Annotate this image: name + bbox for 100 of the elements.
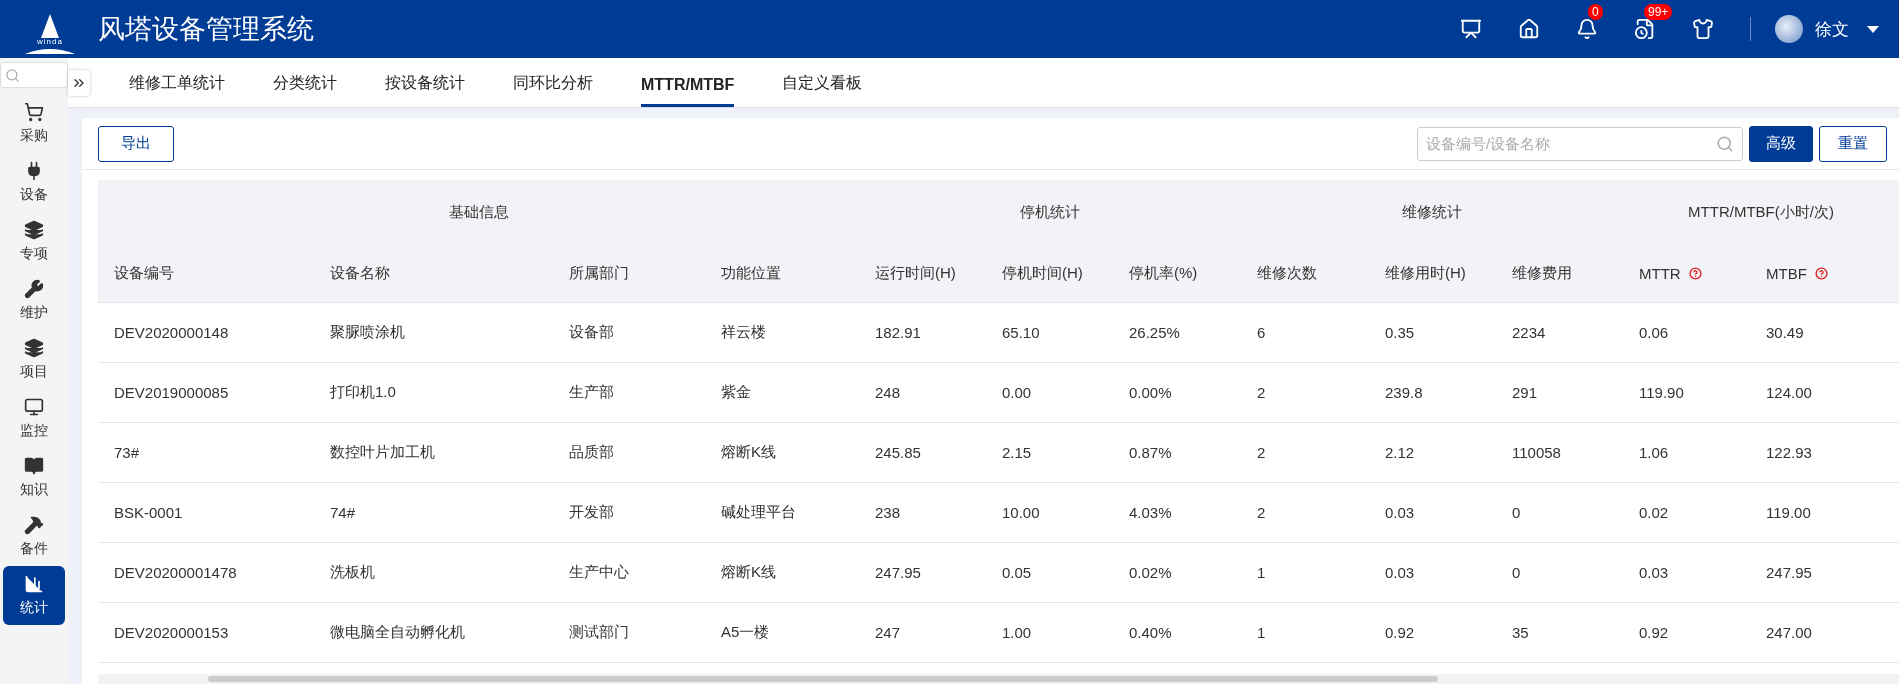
sidebar-item[interactable]: 统计 bbox=[3, 566, 65, 625]
table-cell: 1 bbox=[1241, 603, 1369, 663]
table-cell: 2.15 bbox=[986, 423, 1113, 483]
table-cell: 182.91 bbox=[859, 303, 986, 363]
table-cell: 122.93 bbox=[1750, 423, 1899, 483]
shirt-icon[interactable] bbox=[1692, 18, 1714, 40]
column-group-header: 停机统计 bbox=[859, 180, 1241, 245]
column-header-label: 维修费用 bbox=[1512, 264, 1572, 283]
table-cell: 打印机1.0 bbox=[314, 363, 553, 423]
help-icon[interactable] bbox=[1814, 267, 1828, 280]
tab[interactable]: 按设备统计 bbox=[385, 73, 465, 107]
table-cell: 2234 bbox=[1496, 303, 1623, 363]
table-cell: 2 bbox=[1241, 483, 1369, 543]
tab[interactable]: MTTR/MTBF bbox=[641, 76, 735, 107]
sidebar-item[interactable]: 维护 bbox=[3, 271, 65, 330]
table-cell: 0.87% bbox=[1113, 423, 1241, 483]
table-cell: DEV2019000085 bbox=[98, 363, 314, 423]
table-cell: 247 bbox=[859, 603, 986, 663]
sidebar-item[interactable]: 备件 bbox=[3, 507, 65, 566]
dropdown-caret-icon[interactable] bbox=[1867, 25, 1879, 33]
collapse-button[interactable] bbox=[68, 69, 90, 96]
table-cell: DEV2020000153 bbox=[98, 603, 314, 663]
column-header-label: MTBF bbox=[1766, 265, 1807, 282]
notification-badge: 0 bbox=[1588, 4, 1603, 20]
table-cell: 0.03 bbox=[1623, 543, 1750, 603]
table-cell: 0.05 bbox=[986, 543, 1113, 603]
table-cell: 0.00% bbox=[1113, 363, 1241, 423]
table-cell: A5一楼 bbox=[705, 603, 859, 663]
table-cell: 洗板机 bbox=[314, 543, 553, 603]
column-header-label: MTTR bbox=[1639, 265, 1681, 282]
table-cell: 0.06 bbox=[1623, 303, 1750, 363]
table-cell: 2.12 bbox=[1369, 423, 1496, 483]
wrench-icon bbox=[24, 279, 44, 299]
table-cell: 0 bbox=[1496, 543, 1623, 603]
column-header-label: 运行时间(H) bbox=[875, 264, 956, 283]
presentation-icon[interactable] bbox=[1460, 18, 1482, 40]
tab[interactable]: 同环比分析 bbox=[513, 73, 593, 107]
table-cell: 开发部 bbox=[553, 483, 705, 543]
sidebar-item[interactable]: 知识 bbox=[3, 448, 65, 507]
table-cell: 1 bbox=[1241, 543, 1369, 603]
document-clock-icon[interactable] bbox=[1634, 18, 1656, 40]
advanced-button[interactable]: 高级 bbox=[1749, 125, 1813, 162]
table-cell: 测试部门 bbox=[553, 603, 705, 663]
book-icon bbox=[24, 456, 44, 476]
table-cell: 微电脑全自动孵化机 bbox=[314, 603, 553, 663]
sidebar-item[interactable]: 项目 bbox=[3, 330, 65, 389]
logo-icon bbox=[23, 12, 77, 56]
column-header-label: 设备名称 bbox=[330, 264, 390, 283]
table-cell: 74# bbox=[314, 483, 553, 543]
user-name[interactable]: 徐文 bbox=[1815, 17, 1849, 41]
table-cell: 0.02% bbox=[1113, 543, 1241, 603]
table-cell: 30.49 bbox=[1750, 303, 1899, 363]
table-cell: 1.00 bbox=[986, 603, 1113, 663]
table-cell: 26.25% bbox=[1113, 303, 1241, 363]
table-cell: 291 bbox=[1496, 363, 1623, 423]
table-cell: 生产中心 bbox=[553, 543, 705, 603]
home-icon[interactable] bbox=[1518, 18, 1540, 40]
horizontal-scrollbar[interactable] bbox=[98, 674, 1899, 684]
logo-text: winda bbox=[37, 38, 63, 46]
table-cell: 祥云楼 bbox=[705, 303, 859, 363]
table-cell: 239.8 bbox=[1369, 363, 1496, 423]
search-icon bbox=[5, 67, 20, 83]
table-cell: 110058 bbox=[1496, 423, 1623, 483]
sidebar-item[interactable]: 设备 bbox=[3, 153, 65, 212]
tab[interactable]: 分类统计 bbox=[273, 73, 337, 107]
sidebar-item[interactable]: 监控 bbox=[3, 389, 65, 448]
user-avatar[interactable] bbox=[1775, 15, 1803, 43]
layers-icon bbox=[24, 220, 44, 240]
column-header-label: 功能位置 bbox=[721, 264, 781, 283]
column-header-label: 维修次数 bbox=[1257, 264, 1317, 283]
table-cell: 数控叶片加工机 bbox=[314, 423, 553, 483]
sidebar-item[interactable]: 采购 bbox=[3, 94, 65, 153]
table-cell: 124.00 bbox=[1750, 363, 1899, 423]
table-cell: 35 bbox=[1496, 603, 1623, 663]
table-cell: 248 bbox=[859, 363, 986, 423]
column-header-label: 停机率(%) bbox=[1129, 264, 1198, 283]
tab[interactable]: 自定义看板 bbox=[782, 73, 863, 107]
sidebar-item[interactable]: 专项 bbox=[3, 212, 65, 271]
table-cell: 0.03 bbox=[1369, 483, 1496, 543]
table-cell: 0.03 bbox=[1369, 543, 1496, 603]
table-cell: 碱处理平台 bbox=[705, 483, 859, 543]
bell-icon[interactable] bbox=[1576, 18, 1598, 40]
export-button[interactable]: 导出 bbox=[98, 125, 174, 162]
help-icon[interactable] bbox=[1688, 267, 1702, 280]
table-cell: 10.00 bbox=[986, 483, 1113, 543]
column-header-label: 停机时间(H) bbox=[1002, 264, 1083, 283]
search-field[interactable]: 设备编号/设备名称 bbox=[1417, 126, 1743, 161]
column-header-label: 所属部门 bbox=[569, 264, 629, 283]
monitor-icon bbox=[24, 397, 44, 417]
table-cell: DEV20200001478 bbox=[98, 543, 314, 603]
table-cell: 4.03% bbox=[1113, 483, 1241, 543]
table-cell: 0 bbox=[1496, 483, 1623, 543]
table-cell: BSK-0001 bbox=[98, 483, 314, 543]
table-cell: 1.06 bbox=[1623, 423, 1750, 483]
reset-button[interactable]: 重置 bbox=[1819, 125, 1887, 162]
table-cell: 247.95 bbox=[1750, 543, 1899, 603]
table-cell: 2 bbox=[1241, 423, 1369, 483]
sidebar-search-field[interactable] bbox=[0, 62, 68, 88]
table-cell: 0.02 bbox=[1623, 483, 1750, 543]
tab[interactable]: 维修工单统计 bbox=[129, 73, 225, 107]
